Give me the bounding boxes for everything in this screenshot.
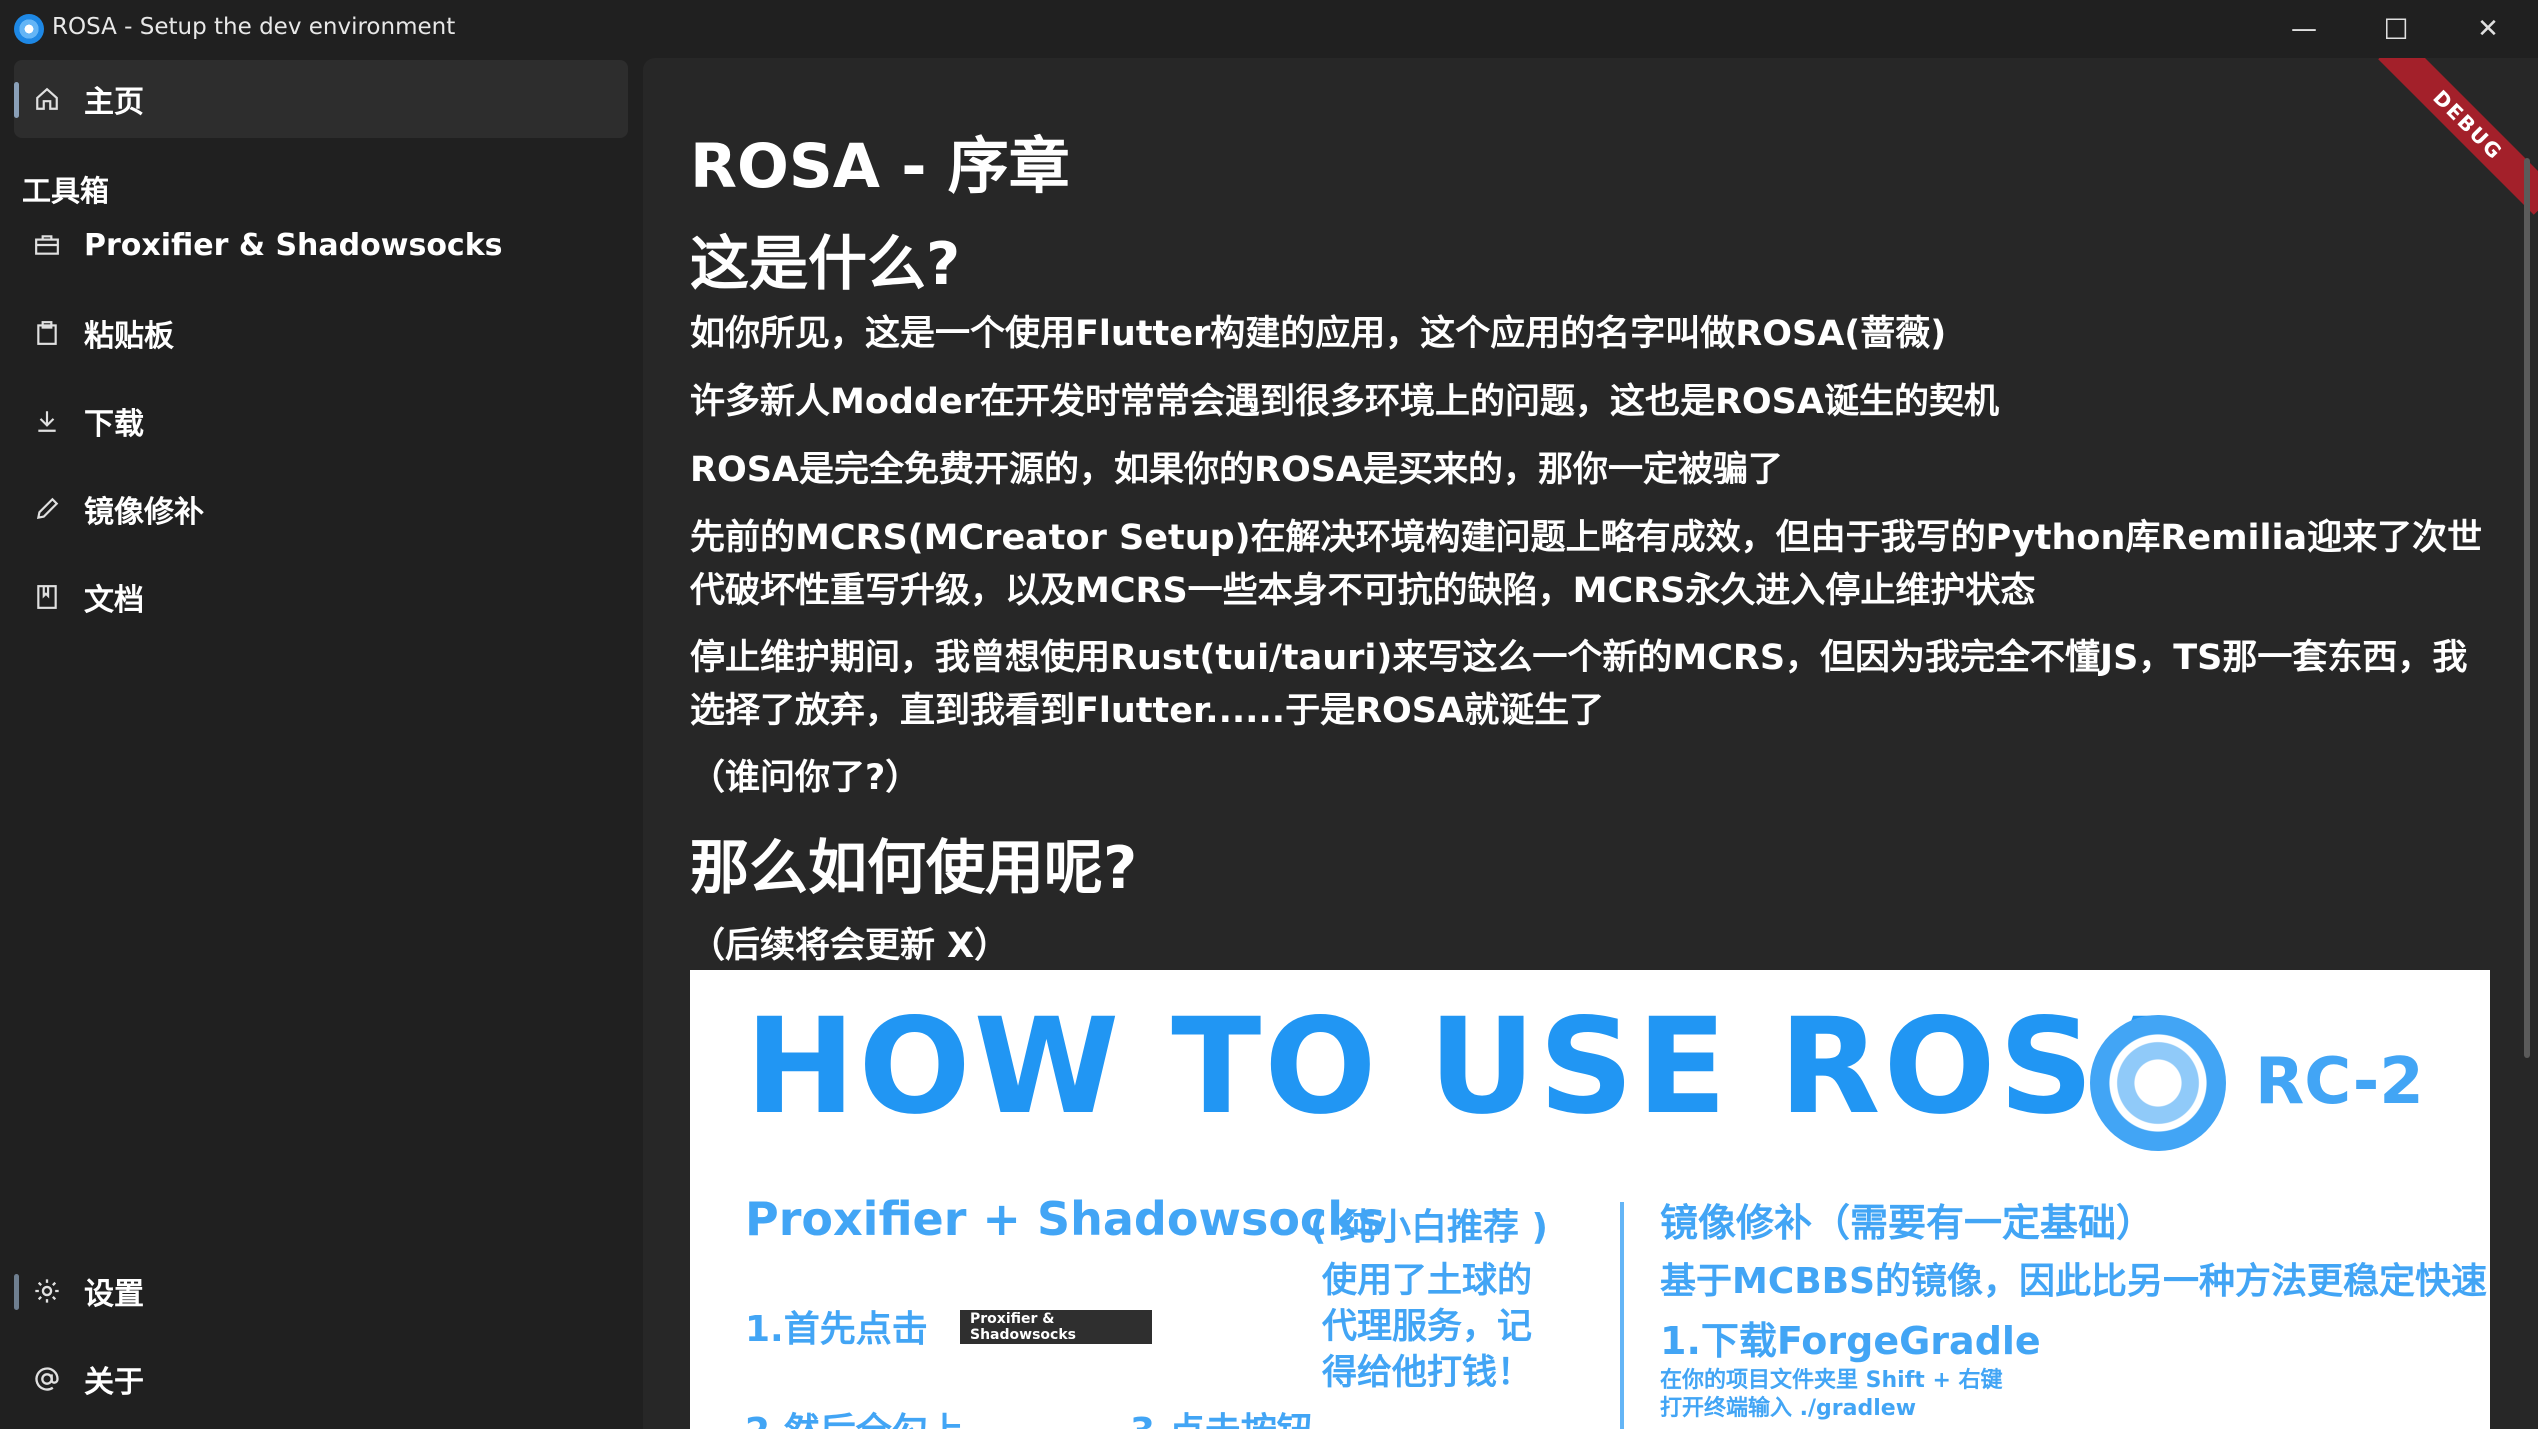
guide-right-sub: 基于MCBBS的镜像，因此比另一种方法更稳定快速	[1660, 1261, 2488, 1302]
nav-label-home: 主页	[84, 85, 144, 120]
nav-item-clipboard[interactable]: 粘贴板	[14, 294, 628, 372]
nav-label-clipboard: 粘贴板	[84, 319, 174, 354]
nav-label-proxifier: Proxifier & Shadowsocks	[84, 227, 503, 263]
nav-item-home[interactable]: 主页	[14, 60, 628, 138]
page-title: ROSA - 序章	[690, 131, 1070, 202]
nav-item-proxifier[interactable]: Proxifier & Shadowsocks	[14, 206, 628, 284]
guide-right-note: 打开终端输入 ./gradlew	[1660, 1396, 1917, 1421]
home-icon	[32, 84, 62, 114]
paragraph: 停止维护期间，我曾想使用Rust(tui/tauri)来写这么一个新的MCRS，…	[690, 638, 2468, 731]
guide-step3: 3.点击按钮	[1130, 1402, 1313, 1429]
main-content: DEBUG ROSA - 序章 这是什么? 如你所见，这是一个使用Flutter…	[643, 58, 2538, 1429]
nav-label-download: 下载	[84, 407, 144, 442]
close-button[interactable]: ✕	[2442, 0, 2534, 58]
toolbox-section-header: 工具箱	[22, 174, 110, 208]
paragraph: ROSA是完全免费开源的，如果你的ROSA是买来的，那你一定被骗了	[690, 450, 1784, 490]
guide-side-note: 得给他打钱！	[1322, 1353, 1533, 1393]
minimize-button[interactable]: —	[2258, 0, 2350, 58]
how-to-use-image: HOW TO USE ROSA RC-2 Proxifier + Shadows…	[690, 970, 2490, 1429]
guide-divider	[1620, 1202, 1624, 1429]
section-heading-how: 那么如何使用呢?	[690, 833, 1138, 902]
briefcase-icon	[32, 230, 62, 260]
pen-icon	[32, 494, 62, 524]
guide-right-heading: 镜像修补（需要有一定基础）	[1660, 1201, 2155, 1245]
guide-side-note: 使用了土球的	[1322, 1261, 1533, 1301]
guide-right-step1: 1.下载ForgeGradle	[1660, 1319, 2041, 1363]
download-icon	[32, 406, 62, 436]
guide-step2: 2.然后全勾上	[745, 1402, 964, 1429]
gear-icon	[32, 1276, 62, 1306]
maximize-button[interactable]: ☐	[2350, 0, 2442, 58]
selection-indicator	[14, 82, 19, 118]
nav-item-mirror-patch[interactable]: 镜像修补	[14, 470, 628, 548]
nav-item-about[interactable]: 关于	[14, 1340, 628, 1418]
nav-item-settings[interactable]: 设置	[14, 1252, 628, 1330]
guide-side-note: 代理服务，记	[1322, 1307, 1533, 1347]
paragraph: 许多新人Modder在开发时常常会遇到很多环境上的问题，这也是ROSA诞生的契机	[690, 382, 1999, 422]
nav-label-settings: 设置	[84, 1277, 144, 1312]
guide-step1: 1.首先点击	[745, 1309, 928, 1350]
guide-proxifier-chip: Proxifier & Shadowsocks	[960, 1310, 1152, 1344]
at-icon	[32, 1364, 62, 1394]
nav-label-docs: 文档	[84, 583, 144, 618]
settings-indicator	[14, 1274, 19, 1310]
nav-item-docs[interactable]: 文档	[14, 558, 628, 636]
title-bar: ROSA - Setup the dev environment — ☐ ✕	[0, 0, 2538, 58]
sidebar: 主页 工具箱 Proxifier & Shadowsocks 粘贴板 下载 镜像…	[0, 58, 640, 1429]
guide-version: RC-2	[2255, 1045, 2424, 1119]
paragraph: 如你所见，这是一个使用Flutter构建的应用，这个应用的名字叫做ROSA(蔷薇…	[690, 314, 1947, 354]
nav-label-about: 关于	[84, 1365, 144, 1400]
nav-label-mirror-patch: 镜像修补	[84, 495, 204, 530]
update-note: （后续将会更新 X）	[690, 926, 1010, 966]
paragraph: （谁问你了?）	[690, 758, 921, 798]
guide-left-heading: Proxifier + Shadowsocks	[745, 1192, 1386, 1246]
book-icon	[32, 582, 62, 612]
clipboard-icon	[32, 318, 62, 348]
scrollbar[interactable]	[2524, 158, 2530, 1058]
guide-title: HOW TO USE ROSA	[745, 990, 2202, 1144]
guide-left-heading-note: ( 纯小白推荐 )	[1310, 1207, 1548, 1248]
app-logo-icon	[14, 14, 44, 44]
paragraph: 先前的MCRS(MCreator Setup)在解决环境构建问题上略有成效，但由…	[690, 518, 2483, 611]
window-title: ROSA - Setup the dev environment	[52, 14, 456, 40]
nav-item-download[interactable]: 下载	[14, 382, 628, 460]
rosa-logo-icon	[2090, 1015, 2226, 1151]
debug-banner: DEBUG	[2378, 58, 2538, 215]
section-heading-what: 这是什么?	[690, 229, 961, 298]
